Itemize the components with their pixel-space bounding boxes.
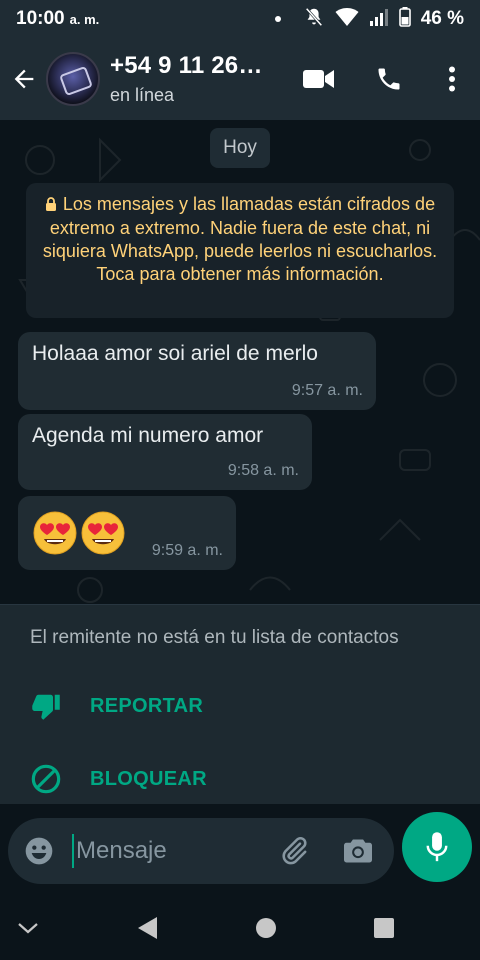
status-ampm: a. m. bbox=[69, 11, 100, 27]
date-chip: Hoy bbox=[210, 128, 270, 168]
status-time: 10:00 bbox=[16, 8, 65, 29]
contact-info[interactable]: +54 9 11 26… en línea bbox=[110, 52, 263, 106]
square-recents-icon bbox=[374, 918, 394, 938]
composer bbox=[0, 804, 480, 896]
report-label: REPORTAR bbox=[90, 694, 204, 717]
unknown-sender-notice: El remitente no está en tu lista de cont… bbox=[30, 627, 399, 648]
more-options-icon bbox=[449, 66, 455, 92]
video-call-button[interactable] bbox=[284, 38, 354, 120]
nav-recents-button[interactable] bbox=[354, 896, 414, 960]
back-button[interactable] bbox=[2, 38, 46, 120]
video-call-icon bbox=[303, 70, 334, 88]
unknown-sender-panel: El remitente no está en tu lista de cont… bbox=[0, 604, 480, 804]
status-bar: 10:00 a. m. 46 % bbox=[0, 0, 480, 38]
block-button[interactable]: BLOQUEAR bbox=[30, 763, 207, 795]
voice-call-icon bbox=[378, 68, 400, 90]
message-time: 9:59 a. m. bbox=[151, 542, 223, 559]
emoji-icon bbox=[25, 837, 53, 865]
chat-area[interactable]: Hoy Los mensajes y las llamadas están ci… bbox=[0, 120, 480, 604]
message-text: Holaaa amor soi ariel de merlo bbox=[32, 342, 318, 365]
wifi-icon bbox=[335, 7, 359, 32]
microphone-icon bbox=[426, 832, 448, 862]
contact-name: +54 9 11 26… bbox=[110, 52, 263, 79]
paperclip-icon bbox=[282, 837, 307, 865]
signal-icon bbox=[369, 7, 389, 32]
message-time: 9:58 a. m. bbox=[227, 462, 299, 479]
contact-status: en línea bbox=[110, 85, 175, 105]
voice-message-button[interactable] bbox=[402, 812, 472, 882]
camera-icon bbox=[344, 839, 372, 863]
nav-collapse-button[interactable] bbox=[0, 896, 56, 960]
encryption-notice[interactable]: Los mensajes y las llamadas están cifrad… bbox=[26, 183, 454, 318]
more-options-button[interactable] bbox=[424, 38, 480, 120]
incoming-message[interactable]: 😍😍 9:59 a. m. bbox=[18, 496, 236, 570]
lock-icon bbox=[45, 194, 57, 217]
encryption-notice-text: Los mensajes y las llamadas están cifrad… bbox=[42, 194, 438, 284]
voice-call-button[interactable] bbox=[354, 38, 424, 120]
nav-back-button[interactable] bbox=[118, 896, 178, 960]
report-button[interactable]: REPORTAR bbox=[30, 691, 203, 721]
mute-icon bbox=[303, 6, 325, 33]
battery-icon bbox=[398, 6, 411, 32]
heart-eyes-emoji-icon bbox=[81, 511, 125, 555]
message-input[interactable] bbox=[76, 837, 266, 865]
triangle-back-icon bbox=[138, 917, 157, 939]
battery-percent: 46 % bbox=[420, 8, 464, 29]
message-text: Agenda mi numero amor bbox=[32, 424, 264, 447]
message-input-bar bbox=[8, 818, 394, 884]
heart-eyes-emoji-icon bbox=[33, 511, 77, 555]
chat-header: +54 9 11 26… en línea bbox=[0, 38, 480, 120]
message-time: 9:57 a. m. bbox=[291, 382, 363, 399]
thumbs-down-icon bbox=[32, 694, 60, 720]
avatar[interactable] bbox=[46, 52, 100, 106]
incoming-message[interactable]: Holaaa amor soi ariel de merlo 9:57 a. m… bbox=[18, 332, 376, 410]
circle-home-icon bbox=[256, 918, 276, 938]
arrow-left-icon bbox=[14, 69, 34, 89]
incoming-message[interactable]: Agenda mi numero amor 9:58 a. m. bbox=[18, 414, 312, 490]
attach-button[interactable] bbox=[266, 818, 322, 884]
nav-home-button[interactable] bbox=[236, 896, 296, 960]
camera-button[interactable] bbox=[330, 818, 386, 884]
emoji-button[interactable] bbox=[10, 818, 68, 884]
notification-dot-icon bbox=[274, 16, 281, 22]
text-cursor bbox=[72, 834, 74, 868]
block-icon bbox=[31, 764, 61, 794]
block-label: BLOQUEAR bbox=[90, 767, 207, 790]
chevron-down-icon bbox=[18, 923, 38, 934]
system-nav-bar bbox=[0, 896, 480, 960]
